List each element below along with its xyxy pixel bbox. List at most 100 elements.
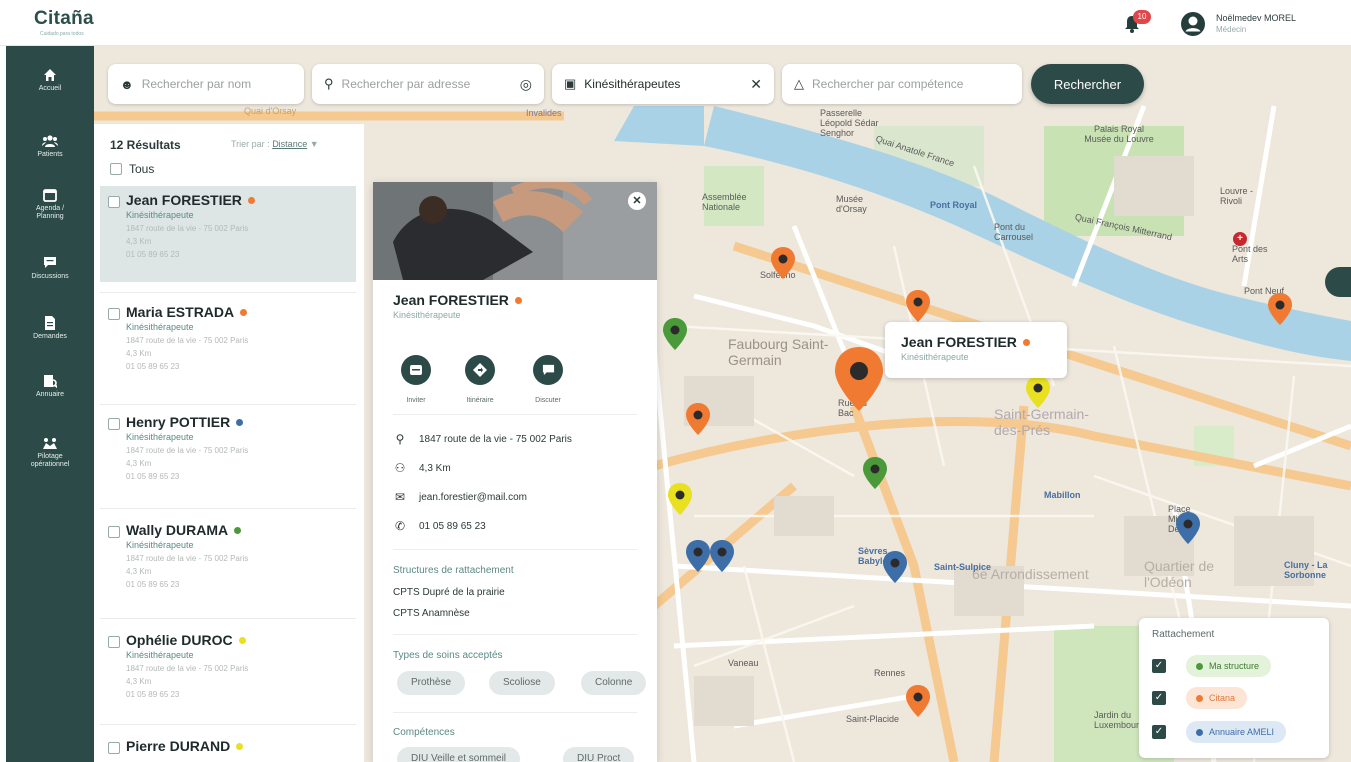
detail-phone-row[interactable]: ✆ 01 05 89 65 23 [393, 519, 486, 533]
status-dot [234, 526, 242, 534]
result-item[interactable]: Maria ESTRADA Kinésithérapeute 1847 rout… [100, 298, 356, 394]
detail-phone[interactable]: 01 05 89 65 23 [419, 521, 486, 532]
directory-icon [44, 375, 57, 388]
pilot-icon [43, 438, 57, 449]
calendar-icon [43, 189, 57, 202]
map-pin-blue[interactable] [710, 540, 734, 572]
map-pin-green[interactable] [863, 457, 887, 489]
legend-item[interactable]: ✓ Citana [1152, 686, 1248, 710]
result-checkbox[interactable] [108, 418, 120, 430]
map-pin-orange[interactable] [906, 685, 930, 717]
app-logo[interactable]: Citaña [34, 8, 94, 30]
app-logo-subtitle: Cuidado para todos [40, 31, 84, 37]
detail-card: ✕ Jean FORESTIER Kinésithérapeute Invite… [373, 182, 657, 762]
result-item[interactable]: Jean FORESTIER Kinésithérapeute 1847 rou… [100, 186, 356, 282]
legend-label: Ma structure [1209, 661, 1260, 671]
search-by-name-field[interactable]: ☻ Rechercher par nom [108, 64, 304, 104]
structures-title: Structures de rattachement [393, 565, 514, 576]
map-pin-orange[interactable] [906, 290, 930, 322]
map-pin-orange[interactable] [1268, 293, 1292, 325]
result-item[interactable]: Ophélie DUROC Kinésithérapeute 1847 rout… [100, 626, 356, 722]
sidebar-item-patients[interactable]: Patients [6, 134, 94, 159]
user-avatar-icon[interactable] [1181, 12, 1205, 36]
map-label: Rennes [874, 668, 906, 678]
legend-checkbox[interactable]: ✓ [1152, 725, 1166, 739]
sidebar-item-label: Annuaire [35, 391, 65, 398]
map-pin-orange[interactable] [686, 403, 710, 435]
itinerary-button[interactable]: Itinéraire [455, 355, 505, 407]
select-all-checkbox[interactable] [110, 163, 122, 175]
legend-item[interactable]: ✓ Ma structure [1152, 654, 1272, 678]
legend-checkbox[interactable]: ✓ [1152, 691, 1166, 705]
result-address: 1847 route de la vie - 75 002 Paris [126, 336, 249, 345]
result-name: Jean FORESTIER [126, 192, 242, 208]
user-name[interactable]: Noëlmedev MOREL [1216, 13, 1296, 23]
map-pin-blue[interactable] [1176, 512, 1200, 544]
result-name: Henry POTTIER [126, 414, 231, 430]
legend-chip: Annuaire AMELI [1186, 721, 1287, 743]
profession-value: Kinésithérapeutes [584, 77, 681, 91]
sidebar-item-discussions[interactable]: Discussions [6, 256, 94, 281]
detail-email-row[interactable]: ✉ jean.forestier@mail.com [393, 490, 527, 504]
map-pin-green[interactable] [663, 318, 687, 350]
status-dot [514, 296, 522, 304]
result-specialty: Kinésithérapeute [126, 540, 194, 550]
result-checkbox[interactable] [108, 196, 120, 208]
person-icon: ☻ [120, 76, 134, 92]
legend-title: Rattachement [1152, 629, 1215, 640]
result-address: 1847 route de la vie - 75 002 Paris [126, 446, 249, 455]
popup-name: Jean FORESTIER [901, 334, 1017, 350]
hospital-icon[interactable]: + [1233, 232, 1247, 246]
legend-checkbox[interactable]: ✓ [1152, 659, 1166, 673]
result-item[interactable]: Wally DURAMA Kinésithérapeute 1847 route… [100, 516, 356, 612]
detail-email[interactable]: jean.forestier@mail.com [419, 492, 527, 503]
close-button[interactable]: ✕ [628, 192, 646, 210]
search-by-address-field[interactable]: ⚲ Rechercher par adresse ◎ [312, 64, 544, 104]
select-all-row[interactable]: Tous [110, 162, 154, 176]
result-checkbox[interactable] [108, 526, 120, 538]
map-popup[interactable]: Jean FORESTIER Kinésithérapeute [885, 322, 1067, 378]
results-count: 12 Résultats [110, 138, 181, 152]
sidebar-item-annuaire[interactable]: Annuaire [6, 374, 94, 399]
clear-icon[interactable]: ✕ [750, 76, 762, 93]
map-pin-yellow[interactable] [1026, 376, 1050, 408]
sidebar-item-demandes[interactable]: Demandes [6, 316, 94, 341]
competence-icon: △ [794, 76, 804, 91]
map-pin-selected[interactable] [835, 346, 883, 412]
map-pin-blue[interactable] [883, 551, 907, 583]
sidebar-item-accueil[interactable]: Accueil [6, 68, 94, 93]
divider [100, 292, 356, 293]
result-item[interactable]: Pierre DURAND [100, 732, 356, 762]
status-dot [1196, 694, 1203, 702]
discuss-button[interactable]: Discuter [523, 355, 573, 407]
result-checkbox[interactable] [108, 636, 120, 648]
result-checkbox[interactable] [108, 308, 120, 320]
result-item[interactable]: Henry POTTIER Kinésithérapeute 1847 rout… [100, 408, 356, 504]
map-pin-blue[interactable] [686, 540, 710, 572]
invite-button[interactable]: Inviter [391, 355, 441, 407]
status-dot [1196, 728, 1203, 736]
care-types-title: Types de soins acceptés [393, 650, 503, 661]
sort-value[interactable]: Distance [272, 139, 307, 149]
map-label: Quartier de l'Odéon [1144, 558, 1215, 590]
sidebar-item-agenda[interactable]: Agenda / Planning [6, 188, 94, 221]
profession-select[interactable]: ▣ Kinésithérapeutes ✕ [552, 64, 774, 104]
legend-item[interactable]: ✓ Annuaire AMELI [1152, 720, 1287, 744]
sidebar-item-label: Demandes [33, 333, 67, 340]
map-pin-orange[interactable] [771, 247, 795, 279]
result-checkbox[interactable] [108, 742, 120, 754]
map-label: Quai d'Orsay [244, 106, 297, 116]
result-address: 1847 route de la vie - 75 002 Paris [126, 554, 249, 563]
legend-chip: Citana [1186, 687, 1248, 709]
status-dot [238, 636, 246, 644]
map-pin-yellow[interactable] [668, 483, 692, 515]
map-label: Pont du Carrousel [994, 222, 1034, 242]
locate-me-icon[interactable]: ◎ [520, 76, 532, 93]
search-by-competence-field[interactable]: △ Rechercher par compétence [782, 64, 1022, 104]
map-side-tab[interactable] [1325, 267, 1351, 297]
sort-control[interactable]: Trier par : Distance ▼ [231, 139, 319, 149]
sidebar-item-pilotage[interactable]: Pilotage opérationnel [6, 436, 94, 469]
search-button[interactable]: Rechercher [1031, 64, 1144, 104]
search-by-competence-placeholder: Rechercher par compétence [812, 77, 964, 91]
divider [100, 404, 356, 405]
